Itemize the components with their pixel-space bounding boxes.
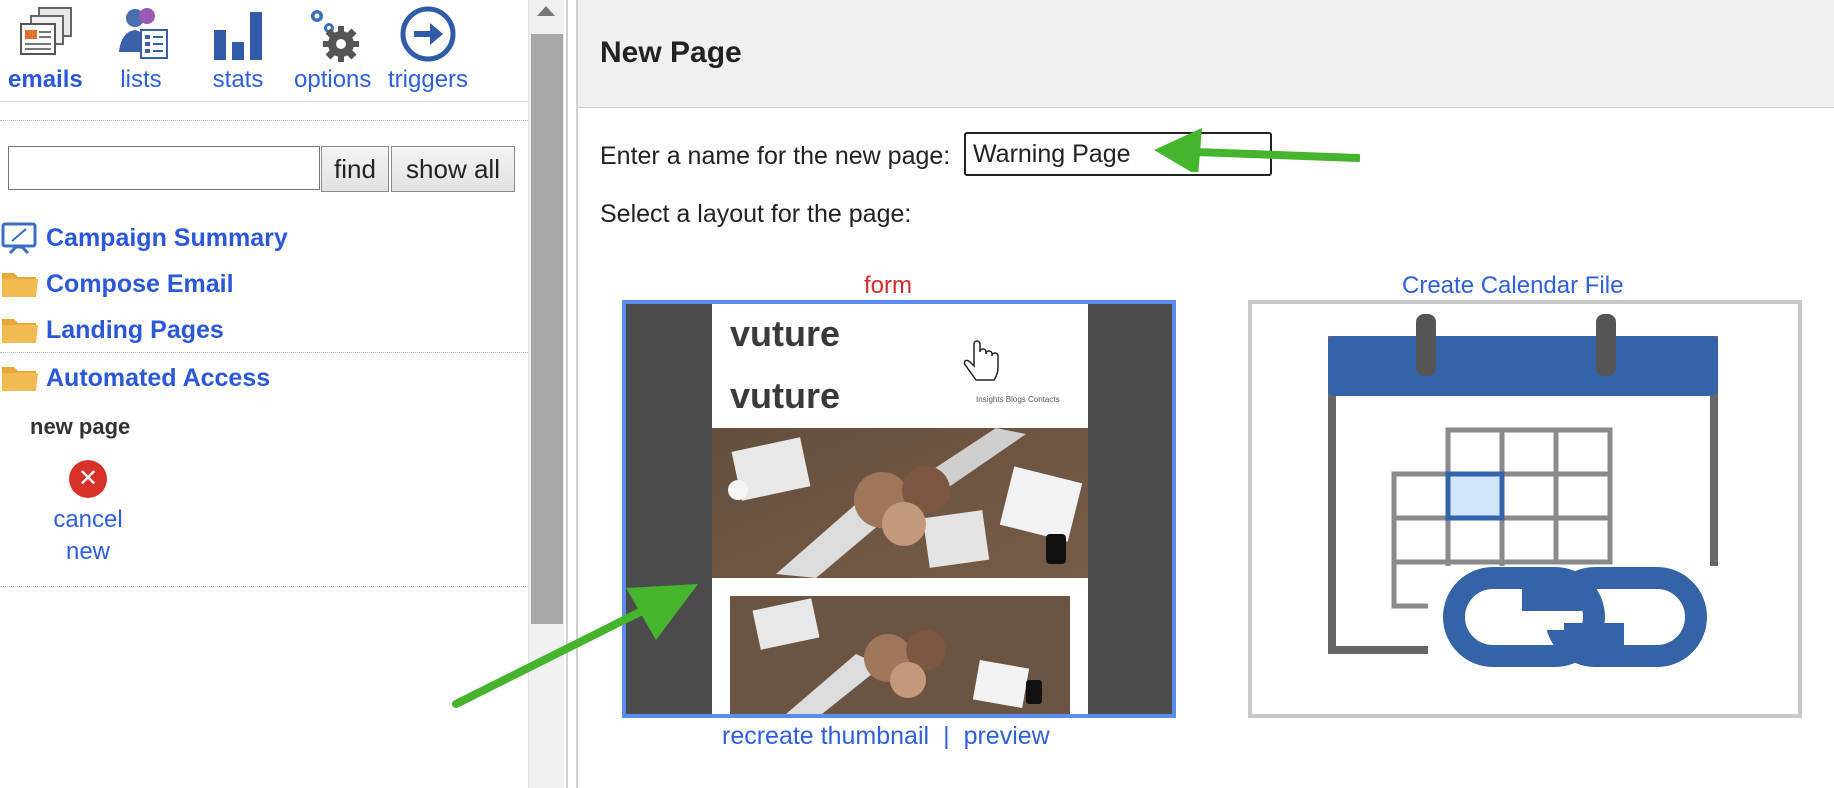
cancel-new-button[interactable]: ✕ cancel new	[48, 460, 128, 568]
thumbnail-links: recreate thumbnail | preview	[722, 722, 1050, 751]
annotation-arrow-icon	[452, 584, 698, 708]
nav-item-automated-access[interactable]: Automated Access	[0, 360, 270, 396]
toolbar-triggers[interactable]: triggers	[388, 4, 468, 94]
arrow-right-circle-icon	[400, 6, 456, 62]
divider	[0, 586, 528, 587]
nav-item-campaign-summary[interactable]: Campaign Summary	[0, 220, 288, 256]
nav-item-compose-email[interactable]: Compose Email	[0, 266, 234, 302]
monitor-icon	[1, 222, 37, 255]
divider	[0, 120, 528, 121]
cancel-new-label: cancel new	[53, 506, 123, 565]
gear-icon	[310, 10, 359, 62]
nav-label-compose-email: Compose Email	[46, 269, 234, 298]
layout-title-calendar: Create Calendar File	[1402, 272, 1624, 299]
preview-link[interactable]: preview	[964, 722, 1050, 750]
sub-heading-new-page: new page	[30, 414, 131, 439]
toolbar-options-label: options	[294, 66, 372, 93]
lists-icon	[119, 8, 168, 59]
logo-text: vuture	[730, 375, 840, 416]
nav-item-landing-pages[interactable]: Landing Pages	[0, 312, 224, 348]
toolbar-triggers-label: triggers	[388, 66, 469, 93]
sidebar: emails lists stats options triggers find…	[0, 0, 528, 788]
layout-thumbnail-calendar[interactable]	[1248, 300, 1802, 718]
nav-label-landing-pages: Landing Pages	[46, 315, 224, 344]
thumb-nav-text: Insights Blogs Contacts	[976, 395, 1060, 404]
folder-icon	[2, 319, 38, 343]
layout-title-form: form	[864, 272, 912, 299]
toolbar-emails-label: emails	[8, 66, 83, 93]
find-button[interactable]: find	[321, 146, 389, 192]
top-toolbar: emails lists stats options triggers	[0, 0, 528, 102]
scroll-up-arrow-icon[interactable]	[537, 6, 555, 16]
toolbar-lists-label: lists	[120, 66, 162, 93]
layout-thumbnail-form[interactable]: vuture vuture Insights Blogs Contacts	[622, 300, 1176, 718]
annotation-arrow-icon	[1154, 128, 1360, 172]
nav-label-campaign-summary: Campaign Summary	[46, 223, 288, 252]
folder-icon	[2, 273, 38, 297]
close-icon: ✕	[69, 460, 107, 498]
emails-icon	[20, 7, 73, 55]
toolbar-options[interactable]: options	[294, 4, 371, 94]
main-header: New Page	[578, 0, 1834, 108]
logo-text: vuture	[730, 313, 840, 354]
layout-prompt-label: Select a layout for the page:	[600, 200, 912, 228]
divider	[0, 352, 528, 353]
show-all-button[interactable]: show all	[391, 146, 515, 192]
link-separator: |	[943, 722, 950, 750]
nav-label-automated-access: Automated Access	[46, 363, 271, 392]
form-thumbnail-image: vuture vuture Insights Blogs Contacts	[626, 304, 1172, 714]
name-prompt-label: Enter a name for the new page:	[600, 142, 951, 170]
search-input[interactable]	[8, 146, 320, 190]
recreate-thumbnail-link[interactable]: recreate thumbnail	[722, 722, 929, 750]
page-title: New Page	[600, 36, 742, 69]
toolbar-emails[interactable]: emails	[8, 4, 83, 94]
scroll-thumb[interactable]	[531, 34, 563, 624]
stats-icon	[214, 12, 262, 60]
app-root: emails lists stats options triggers find…	[0, 0, 1834, 788]
toolbar-lists[interactable]: lists	[109, 4, 173, 94]
calendar-link-icon	[1328, 314, 1728, 692]
toolbar-stats[interactable]: stats	[206, 4, 270, 94]
folder-icon	[2, 367, 38, 391]
toolbar-stats-label: stats	[212, 66, 264, 93]
